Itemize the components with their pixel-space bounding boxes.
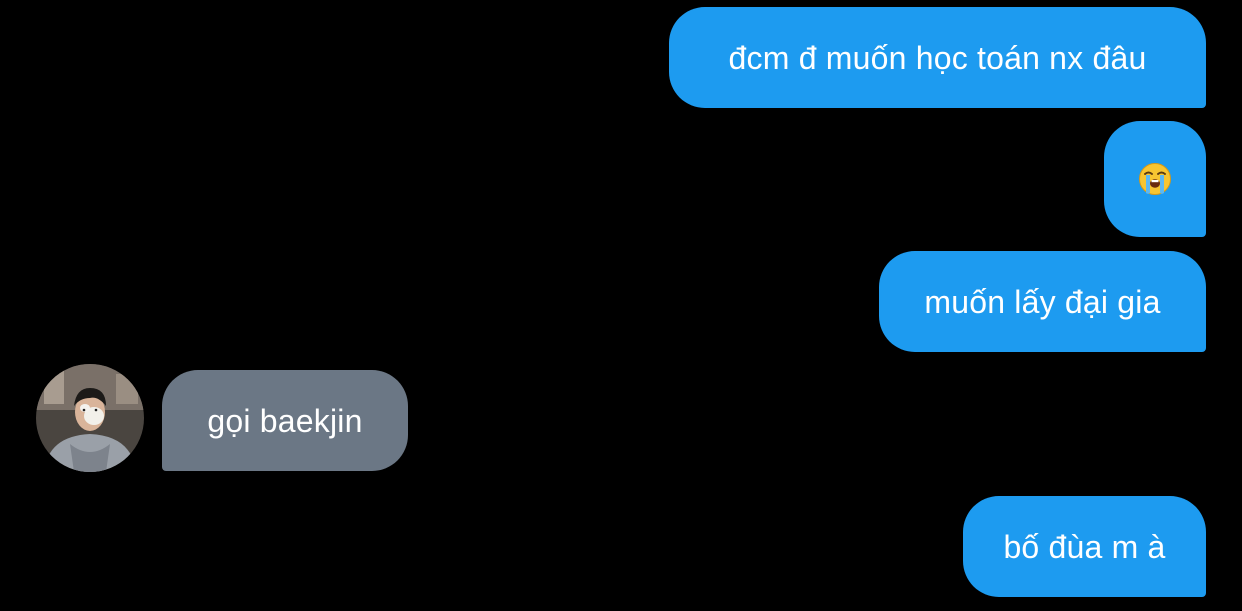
message-text: muốn lấy đại gia xyxy=(924,283,1161,320)
message-text: gọi baekjin xyxy=(207,402,363,439)
chat-thread: đcm đ muốn học toán nx đâu muốn lấy đại … xyxy=(0,0,1242,611)
message-bubble-outgoing[interactable]: bố đùa m à xyxy=(963,496,1206,597)
message-text: đcm đ muốn học toán nx đâu xyxy=(728,39,1147,76)
loudly-crying-face-icon xyxy=(1139,163,1171,195)
sender-avatar[interactable] xyxy=(36,364,144,472)
message-bubble-incoming[interactable]: gọi baekjin xyxy=(162,370,408,471)
message-bubble-outgoing[interactable]: đcm đ muốn học toán nx đâu xyxy=(669,7,1206,108)
message-bubble-outgoing-emoji[interactable] xyxy=(1104,121,1206,237)
message-text: bố đùa m à xyxy=(1003,528,1166,565)
message-bubble-outgoing[interactable]: muốn lấy đại gia xyxy=(879,251,1206,352)
